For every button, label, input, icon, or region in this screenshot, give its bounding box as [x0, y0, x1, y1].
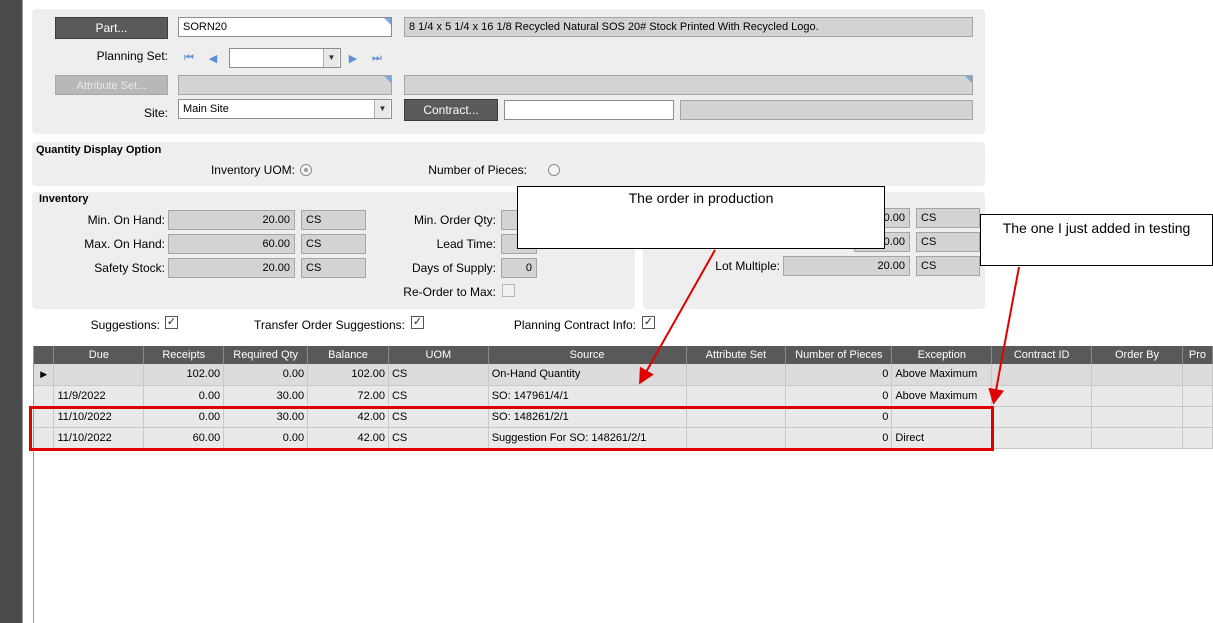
- arrow-to-highlight-box: [988, 266, 1020, 405]
- annotation-arrows: [639, 249, 1020, 405]
- arrow-to-on-hand-row: [639, 249, 716, 385]
